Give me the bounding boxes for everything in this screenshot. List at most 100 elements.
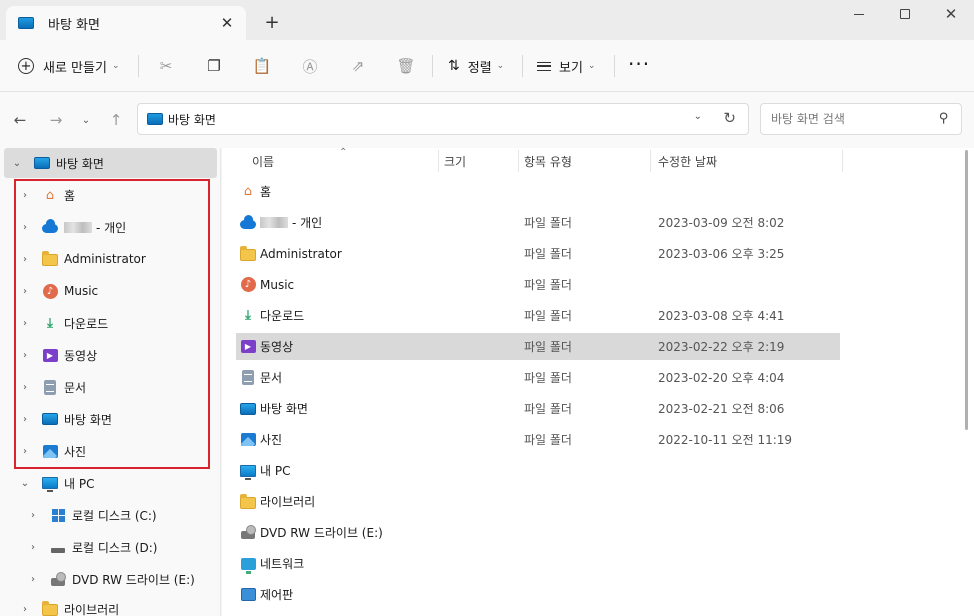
column-label: 수정한 날짜 — [658, 154, 718, 169]
rename-icon[interactable]: Ⓐ — [298, 54, 322, 78]
nav-item-downloads[interactable]: › ⤓ 다운로드 — [18, 308, 108, 338]
chevron-right-icon[interactable]: › — [18, 318, 32, 329]
view-list-icon — [537, 61, 551, 71]
chevron-right-icon[interactable]: › — [18, 382, 32, 393]
nav-item-desktop-root[interactable]: ⌄ 바탕 화면 — [4, 148, 217, 178]
address-row: ← → ⌄ ↑ 바탕 화면 ⌄ ↻ ⚲ — [0, 92, 974, 148]
back-button[interactable]: ← — [8, 108, 32, 132]
column-header-type[interactable]: 항목 유형 — [524, 148, 572, 174]
column-header-size[interactable]: 크기 — [444, 148, 466, 174]
close-window-button[interactable]: ✕ — [928, 0, 974, 28]
windows-drive-icon — [50, 507, 66, 523]
item-date: 2023-03-06 오후 3:25 — [658, 247, 785, 261]
refresh-icon[interactable]: ↻ — [723, 109, 736, 127]
nav-item-dvd[interactable]: › DVD RW 드라이브 (E:) — [26, 564, 195, 594]
search-box[interactable]: ⚲ — [760, 103, 962, 135]
column-divider[interactable] — [438, 150, 439, 172]
cut-icon[interactable]: ✂ — [154, 54, 178, 78]
item-type: 파일 폴더 — [524, 371, 572, 385]
item-date: 2023-02-20 오후 4:04 — [658, 371, 785, 385]
chevron-down-icon: ⌄ — [496, 61, 505, 71]
chevron-right-icon[interactable]: › — [18, 414, 32, 425]
list-item[interactable]: ⌂ 홈 — [236, 178, 840, 205]
plus-circle-icon: + — [18, 58, 34, 74]
maximize-button[interactable] — [882, 0, 928, 28]
up-button[interactable]: ↑ — [104, 108, 128, 132]
chevron-right-icon[interactable]: › — [18, 286, 32, 297]
column-divider[interactable] — [650, 150, 651, 172]
list-item[interactable]: Administrator 파일 폴더 2023-03-06 오후 3:25 — [236, 240, 840, 267]
list-item[interactable]: 네트워크 — [236, 550, 840, 577]
nav-item-music[interactable]: › ♪ Music — [18, 276, 98, 306]
share-icon[interactable]: ⇗ — [346, 54, 370, 78]
nav-item-home[interactable]: › ⌂ 홈 — [18, 180, 75, 210]
list-item[interactable]: ♪ Music 파일 폴더 — [236, 271, 840, 298]
nav-item-onedrive[interactable]: › - 개인 — [18, 212, 126, 242]
address-bar[interactable]: 바탕 화면 ⌄ ↻ — [137, 103, 749, 135]
chevron-down-icon[interactable]: ⌄ — [10, 158, 24, 169]
nav-item-library[interactable]: › 라이브러리 — [18, 594, 119, 616]
nav-item-this-pc[interactable]: ⌄ 내 PC — [18, 468, 94, 498]
sort-button[interactable]: ⇅ 정렬 ⌄ — [448, 50, 504, 82]
column-header-name[interactable]: 이름 — [252, 148, 274, 174]
chevron-right-icon[interactable]: › — [26, 510, 40, 521]
chevron-down-icon[interactable]: ⌄ — [18, 478, 32, 489]
nav-item-drive-d[interactable]: › 로컬 디스크 (D:) — [26, 532, 157, 562]
address-dropdown-icon[interactable]: ⌄ — [694, 111, 702, 122]
video-icon: ▶ — [42, 347, 58, 363]
download-icon: ⤓ — [245, 308, 251, 323]
column-divider[interactable] — [842, 150, 843, 172]
paste-icon[interactable]: 📋 — [250, 54, 274, 78]
search-input[interactable] — [771, 112, 931, 126]
folder-icon — [42, 251, 58, 267]
column-divider[interactable] — [518, 150, 519, 172]
nav-item-documents[interactable]: › 문서 — [18, 372, 86, 402]
vertical-scrollbar[interactable] — [965, 150, 968, 430]
chevron-right-icon[interactable]: › — [18, 222, 32, 233]
new-tab-button[interactable]: + — [258, 9, 286, 35]
chevron-right-icon[interactable]: › — [26, 574, 40, 585]
column-header-modified[interactable]: 수정한 날짜 — [658, 148, 717, 174]
delete-icon[interactable]: 🗑 — [394, 54, 418, 78]
chevron-right-icon[interactable]: › — [26, 542, 40, 553]
address-path: 바탕 화면 — [168, 112, 216, 127]
list-item[interactable]: 문서 파일 폴더 2023-02-20 오후 4:04 — [236, 364, 840, 391]
pc-icon — [240, 463, 256, 480]
item-type: 파일 폴더 — [524, 247, 572, 261]
list-item-selected[interactable]: ▶ 동영상 파일 폴더 2023-02-22 오후 2:19 — [236, 333, 840, 360]
nav-item-drive-c[interactable]: › 로컬 디스크 (C:) — [26, 500, 157, 530]
tab-desktop[interactable]: 바탕 화면 ✕ — [6, 6, 246, 40]
nav-label: 내 PC — [64, 476, 95, 491]
nav-item-videos[interactable]: › ▶ 동영상 — [18, 340, 97, 370]
list-item[interactable]: - 개인 파일 폴더 2023-03-09 오전 8:02 — [236, 209, 840, 236]
list-item[interactable]: 사진 파일 폴더 2022-10-11 오전 11:19 — [236, 426, 840, 453]
more-options-button[interactable]: ··· — [628, 48, 650, 80]
list-item[interactable]: ⤓ 다운로드 파일 폴더 2023-03-08 오후 4:41 — [236, 302, 840, 329]
maximize-icon — [900, 9, 910, 19]
forward-button[interactable]: → — [44, 108, 68, 132]
close-tab-button[interactable]: ✕ — [216, 12, 238, 34]
list-item[interactable]: 바탕 화면 파일 폴더 2023-02-21 오전 8:06 — [236, 395, 840, 422]
new-button[interactable]: + 새로 만들기 ⌄ — [18, 50, 119, 82]
chevron-right-icon[interactable]: › — [18, 446, 32, 457]
item-type: 파일 폴더 — [524, 402, 572, 416]
chevron-right-icon[interactable]: › — [18, 254, 32, 265]
nav-item-pictures[interactable]: › 사진 — [18, 436, 86, 466]
minimize-button[interactable] — [836, 0, 882, 28]
nav-label: 로컬 디스크 (C:) — [72, 508, 157, 523]
list-item[interactable]: DVD RW 드라이브 (E:) — [236, 519, 840, 546]
search-icon[interactable]: ⚲ — [939, 111, 949, 126]
nav-item-desktop[interactable]: › 바탕 화면 — [18, 404, 112, 434]
nav-label: 다운로드 — [64, 316, 109, 331]
list-item[interactable]: 제어판 — [236, 581, 840, 608]
nav-label: DVD RW 드라이브 (E:) — [72, 572, 195, 587]
nav-item-administrator[interactable]: › Administrator — [18, 244, 146, 274]
copy-icon[interactable]: ❐ — [202, 54, 226, 78]
chevron-right-icon[interactable]: › — [18, 190, 32, 201]
list-item[interactable]: 내 PC — [236, 457, 840, 484]
chevron-right-icon[interactable]: › — [18, 350, 32, 361]
view-button[interactable]: 보기 ⌄ — [537, 50, 595, 82]
list-item[interactable]: 라이브러리 — [236, 488, 840, 515]
chevron-right-icon[interactable]: › — [18, 604, 32, 615]
recent-locations-button[interactable]: ⌄ — [74, 108, 98, 132]
